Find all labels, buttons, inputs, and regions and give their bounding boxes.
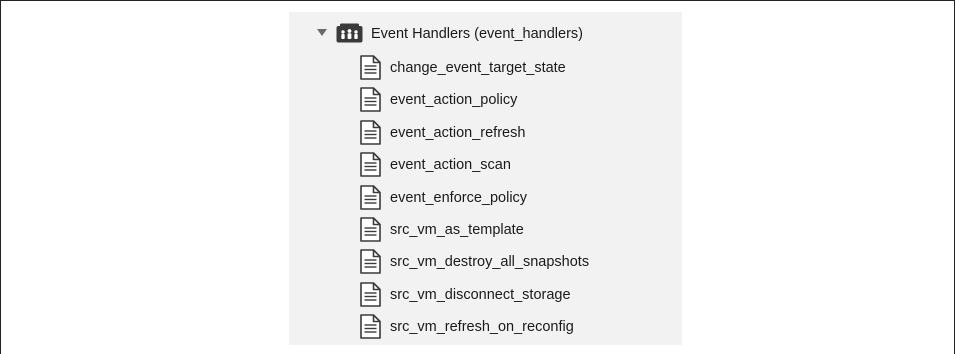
tree-children-list: change_event_target_state event_action_p… <box>289 54 682 346</box>
tree-item-label: event_action_scan <box>390 157 511 174</box>
tree-item-label: event_action_policy <box>390 92 518 109</box>
document-icon <box>360 184 381 210</box>
tree-item-src-vm-refresh-on-reconfig[interactable]: src_vm_refresh_on_reconfig <box>289 313 682 345</box>
tree-item-event-enforce-policy[interactable]: event_enforce_policy <box>289 184 682 216</box>
tree-item-event-action-refresh[interactable]: event_action_refresh <box>289 119 682 151</box>
tree-item-label: src_vm_destroy_all_snapshots <box>390 254 590 271</box>
tree-node-label: Event Handlers (event_handlers) <box>371 26 583 42</box>
document-icon <box>360 55 381 80</box>
document-icon <box>360 281 381 307</box>
content-frame: Event Handlers (event_handlers) change_e… <box>0 0 955 354</box>
document-icon <box>360 119 381 145</box>
tree-item-src-vm-as-template[interactable]: src_vm_as_template <box>289 216 682 248</box>
document-icon <box>360 152 381 177</box>
tree-item-event-action-scan[interactable]: event_action_scan <box>289 151 682 183</box>
tree-item-label: event_enforce_policy <box>390 189 528 206</box>
tree-item-event-action-policy[interactable]: event_action_policy <box>289 86 682 118</box>
tree-item-label: src_vm_disconnect_storage <box>390 286 571 303</box>
tree-item-label: event_action_refresh <box>390 124 526 141</box>
tree-panel: Event Handlers (event_handlers) change_e… <box>289 12 682 345</box>
tree-item-label: change_event_target_state <box>390 60 566 76</box>
tree-item-src-vm-destroy-all-snapshots[interactable]: src_vm_destroy_all_snapshots <box>289 248 682 280</box>
tree-item-src-vm-disconnect-storage[interactable]: src_vm_disconnect_storage <box>289 281 682 313</box>
document-icon <box>360 314 381 339</box>
document-icon <box>360 87 381 113</box>
tree-node-event-handlers[interactable]: Event Handlers (event_handlers) <box>289 20 682 50</box>
tree-item-label: src_vm_refresh_on_reconfig <box>390 319 574 336</box>
tree-item-change-event-target-state[interactable]: change_event_target_state <box>289 54 682 86</box>
expand-triangle-icon[interactable] <box>317 29 327 36</box>
namespace-folder-icon <box>336 23 363 43</box>
tree-item-label: src_vm_as_template <box>390 221 524 238</box>
document-icon <box>360 249 381 275</box>
document-icon <box>360 217 381 242</box>
